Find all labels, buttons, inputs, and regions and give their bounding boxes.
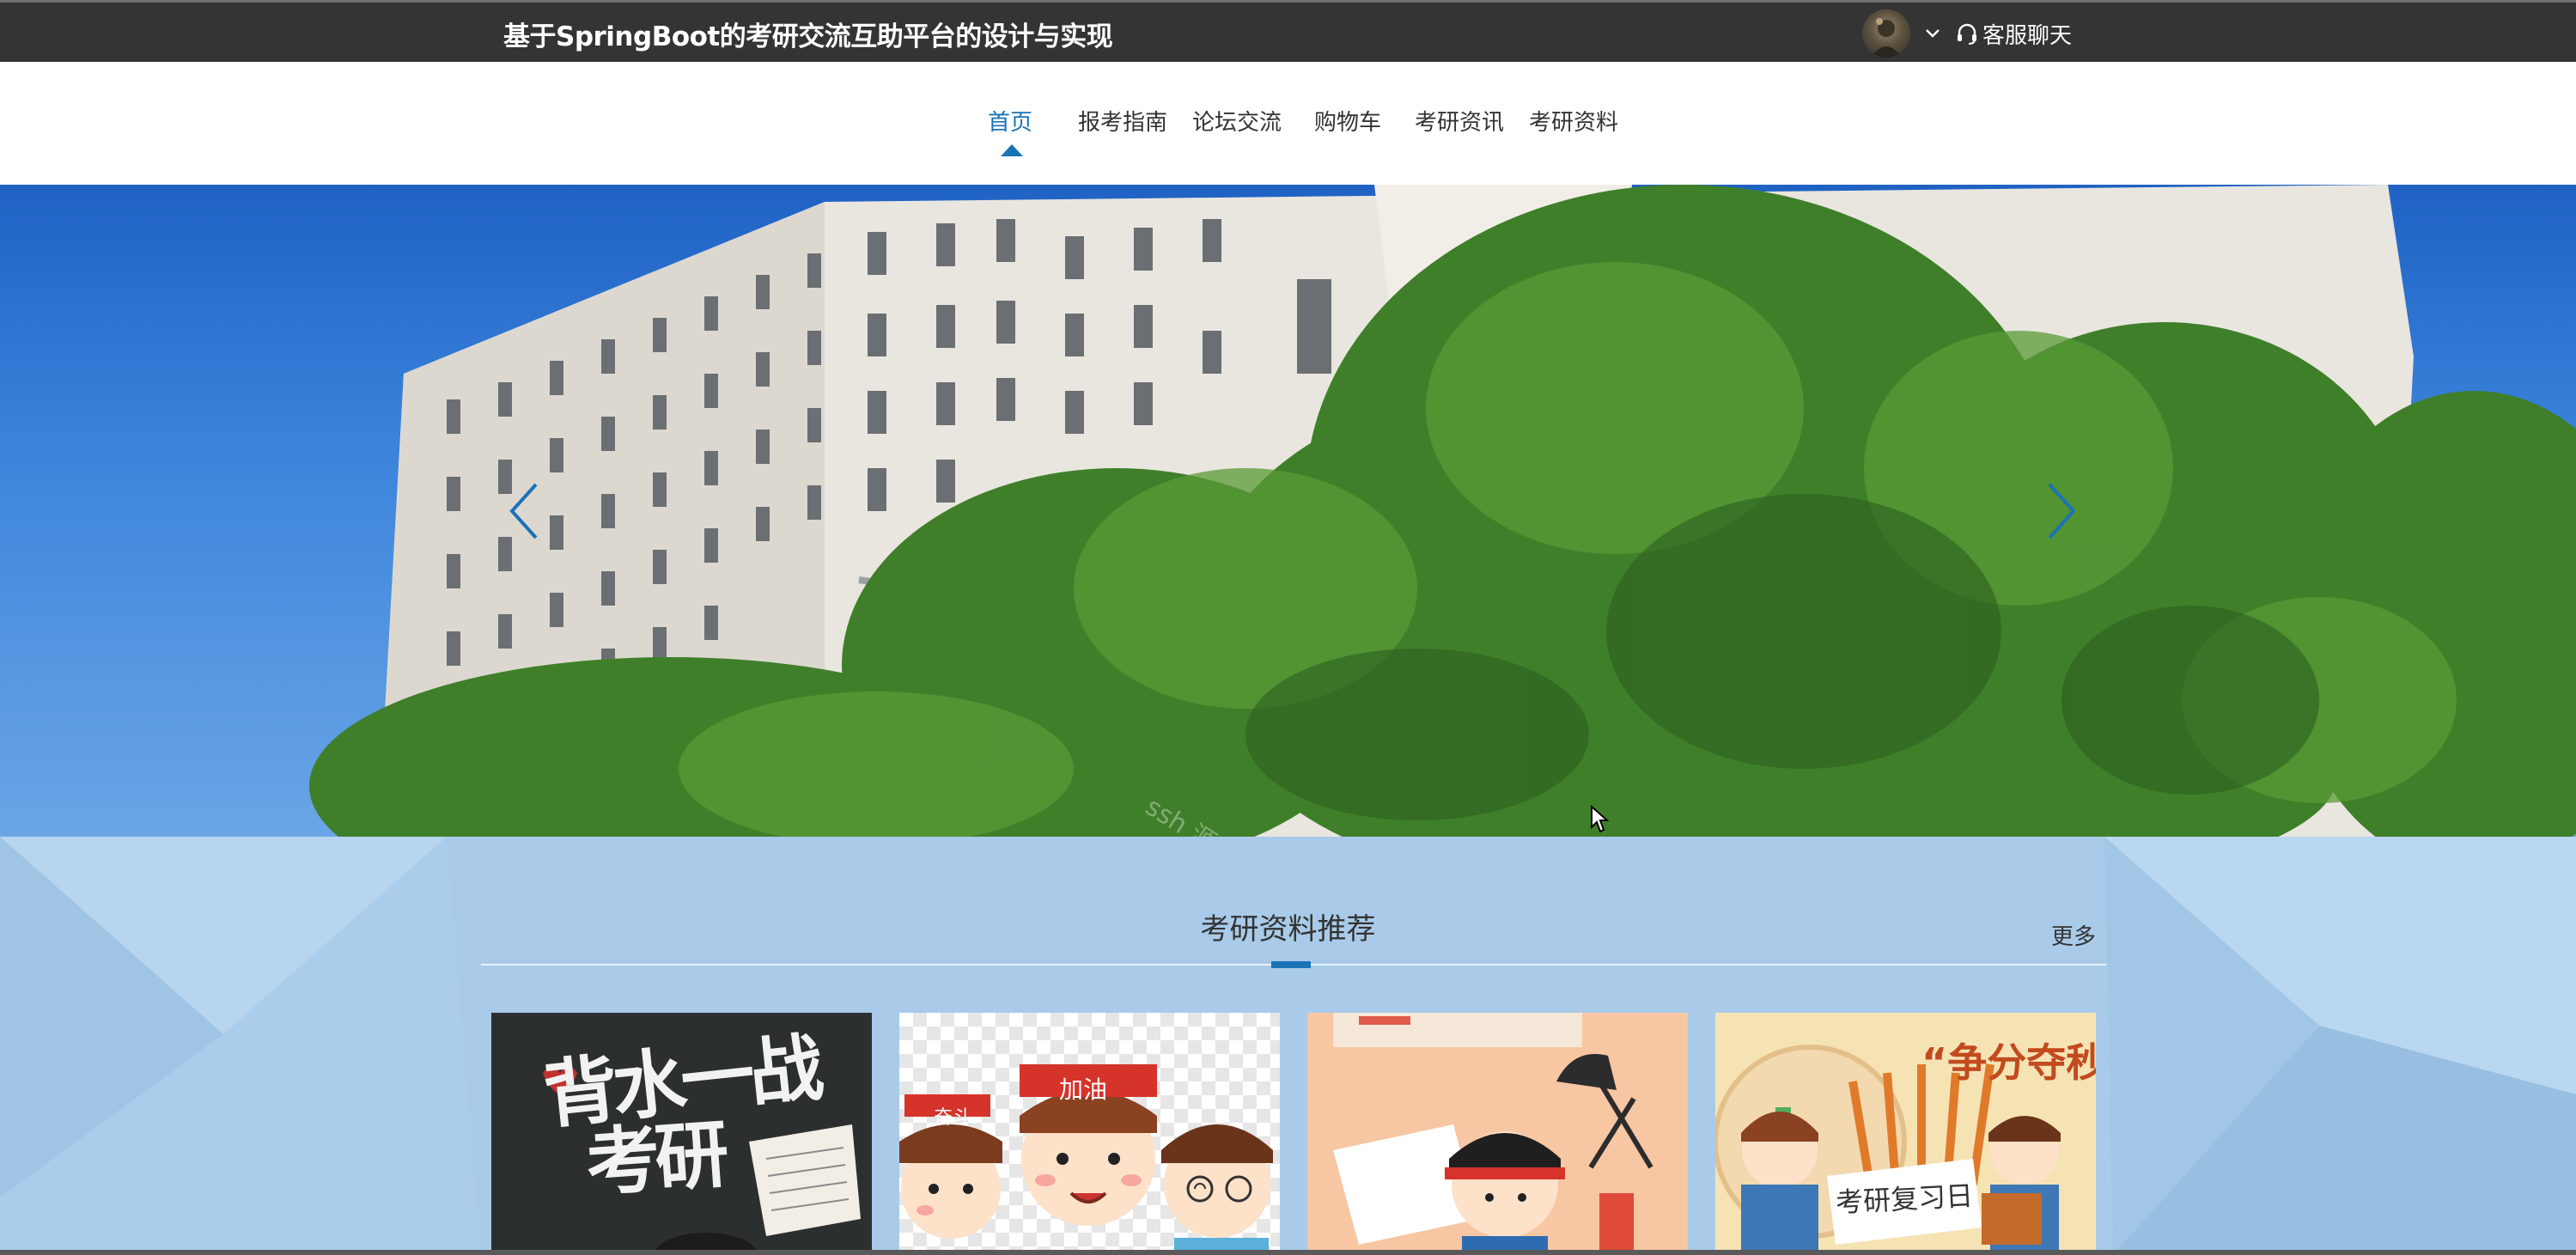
nav-item-cart[interactable]: 购物车: [1314, 105, 1381, 137]
card-caption: 考研: [583, 1111, 727, 1208]
section-title-accent: [1271, 961, 1311, 968]
headset-icon: [1958, 23, 1976, 45]
banner-image: [309, 185, 2576, 837]
nav-item-home[interactable]: 首页: [988, 105, 1032, 137]
card-caption: 奋斗: [934, 1107, 972, 1129]
card-caption: “争分夺秒: [1921, 1039, 2096, 1086]
card-caption: 加油: [1059, 1075, 1108, 1104]
nav-item-materials[interactable]: 考研资料: [1529, 105, 1618, 137]
material-card[interactable]: 背水一战 考研: [491, 1013, 872, 1255]
chevron-down-icon[interactable]: [1922, 23, 1943, 44]
site-title: 基于SpringBoot的考研交流互助平台的设计与实现: [503, 21, 1113, 52]
nav-item-exam-guide[interactable]: 报考指南: [1078, 105, 1167, 137]
customer-service-link[interactable]: 客服聊天: [1955, 18, 2072, 50]
chevron-left-icon: [509, 483, 538, 539]
main-nav: 首页 报考指南 论坛交流 购物车 考研资讯 考研资料: [0, 62, 2576, 185]
customer-service-label: 客服聊天: [1982, 22, 2073, 49]
avatar[interactable]: [1862, 9, 1910, 58]
section-background: [0, 837, 2576, 1255]
top-bar: 基于SpringBoot的考研交流互助平台的设计与实现 客服聊天: [0, 0, 2576, 62]
material-card[interactable]: “争分夺秒 考研复习日: [1715, 1013, 2096, 1255]
card-caption: 考研复习日: [1835, 1179, 1975, 1220]
material-card[interactable]: 奋斗 加油: [899, 1013, 1280, 1255]
carousel-next-button[interactable]: [2036, 477, 2087, 545]
user-area: 客服聊天: [1862, 9, 2072, 58]
banner-carousel[interactable]: ssh 源码学优会: [0, 185, 2576, 837]
nav-active-indicator: [1001, 144, 1023, 156]
material-card[interactable]: [1307, 1013, 1688, 1255]
card-image: [1333, 1013, 1653, 1255]
materials-recommend-section: 考研资料推荐 更多 背水一战 考研 奋斗 加油 “争分夺秒 考研复习日: [0, 837, 2576, 1255]
more-link[interactable]: 更多: [2051, 919, 2096, 951]
card-image: [899, 1064, 1273, 1255]
nav-item-news[interactable]: 考研资讯: [1415, 105, 1504, 137]
section-title: 考研资料推荐: [1200, 912, 1376, 947]
chevron-right-icon: [2048, 483, 2076, 539]
nav-item-forum[interactable]: 论坛交流: [1192, 105, 1282, 137]
carousel-prev-button[interactable]: [498, 477, 550, 545]
mouse-cursor-icon: [1591, 805, 1609, 833]
bottom-scrollbar-strip: [0, 1250, 2576, 1255]
